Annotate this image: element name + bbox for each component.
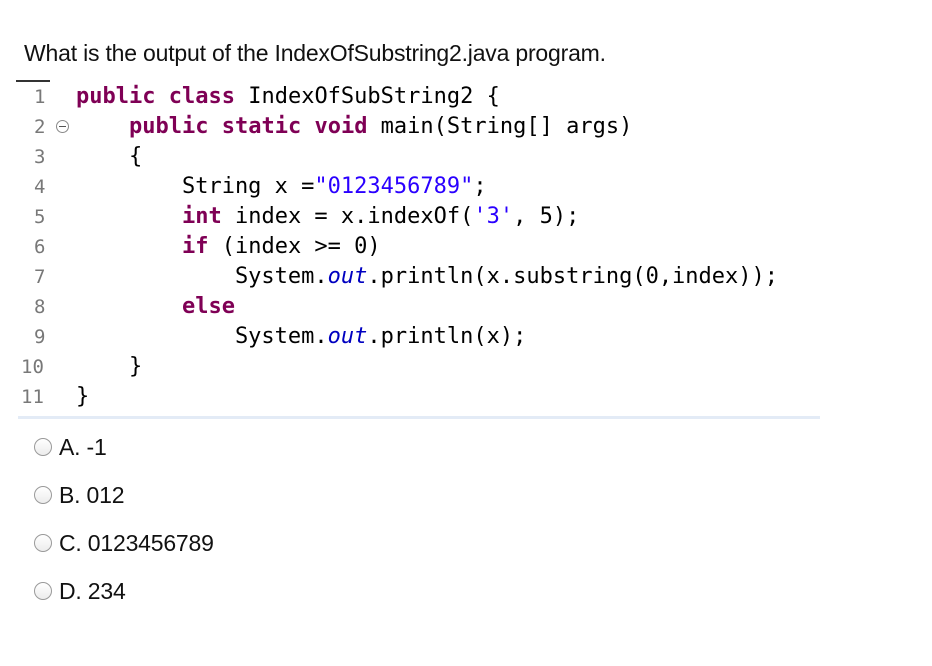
token: ; [473,174,487,199]
token: String x = [76,174,315,199]
line-number: 4 [34,176,46,198]
radio-button[interactable] [34,486,52,504]
token-kw: int [181,204,222,229]
collapse-icon[interactable] [56,120,69,133]
token-kw: public [76,84,156,109]
answer-option[interactable]: C. 0123456789 [34,528,334,558]
option-label: B. 012 [59,481,125,508]
code-line: 1 public class IndexOfSubString2 { [18,82,818,112]
radio-button[interactable] [34,438,52,456]
token-kw: static [221,114,302,139]
token-str: '3' [473,204,514,229]
line-number: 6 [34,236,46,258]
line-number: 11 [21,386,44,408]
code-line: 5 int index = x.indexOf('3', 5); [18,202,818,232]
token: System. [76,264,328,289]
radio-button[interactable] [34,534,52,552]
token: .println(x.substring(0,index)); [367,264,779,289]
code-line: 7 System.out.println(x.substring(0,index… [18,262,818,292]
token-kw: if [181,234,209,259]
code-line: 3 { [18,142,818,172]
line-number: 9 [34,326,46,348]
code-line: 4 String x ="0123456789"; [18,172,818,202]
line-number: 1 [34,86,46,108]
line-number: 8 [34,296,46,318]
token-fld: out [327,324,368,349]
code-line: 9 System.out.println(x); [18,322,818,352]
option-label: D. 234 [59,577,126,604]
code-line: 11} [18,382,818,412]
token: { [76,144,143,169]
radio-button[interactable] [34,582,52,600]
answer-option[interactable]: A. -1 [34,432,334,462]
token: System. [76,324,328,349]
token: } [76,384,90,409]
code-text: } [76,382,89,412]
answer-option[interactable]: B. 012 [34,480,334,510]
token-kw: else [181,294,235,319]
line-number: 10 [21,356,44,378]
code-text: else [76,292,235,322]
token: index = x.indexOf( [221,204,474,229]
token: IndexOfSubString2 { [234,84,500,109]
token: (index >= 0) [208,234,381,259]
option-label: C. 0123456789 [59,529,214,556]
code-text: { [76,142,142,172]
code-text: int index = x.indexOf('3', 5); [76,202,579,232]
code-text: public static void main(String[] args) [76,112,632,142]
code-text: if (index >= 0) [76,232,381,262]
line-number: 5 [34,206,46,228]
code-text: System.out.println(x.substring(0,index))… [76,262,778,292]
token-str: "0123456789" [314,174,474,199]
token: , 5); [513,204,580,229]
code-text: System.out.println(x); [76,322,526,352]
line-number: 3 [34,146,46,168]
code-line: 8 else [18,292,818,322]
token-kw: void [314,114,368,139]
option-label: A. -1 [59,433,107,460]
code-text: public class IndexOfSubString2 { [76,82,500,112]
token: } [76,354,143,379]
token-kw: public [128,114,209,139]
token: .println(x); [367,324,527,349]
token: main(String[] args) [367,114,633,139]
line-number: 7 [34,266,46,288]
question-text: What is the output of the IndexOfSubstri… [24,40,606,66]
code-block: 1 public class IndexOfSubString2 {2 publi… [18,82,820,419]
code-text: String x ="0123456789"; [76,172,487,202]
code-text: } [76,352,142,382]
code-line: 2 public static void main(String[] args) [18,112,818,142]
code-line: 10 } [18,352,818,382]
code-line: 6 if (index >= 0) [18,232,818,262]
token-fld: out [327,264,368,289]
answer-option[interactable]: D. 234 [34,576,334,606]
token-kw: class [168,84,235,109]
